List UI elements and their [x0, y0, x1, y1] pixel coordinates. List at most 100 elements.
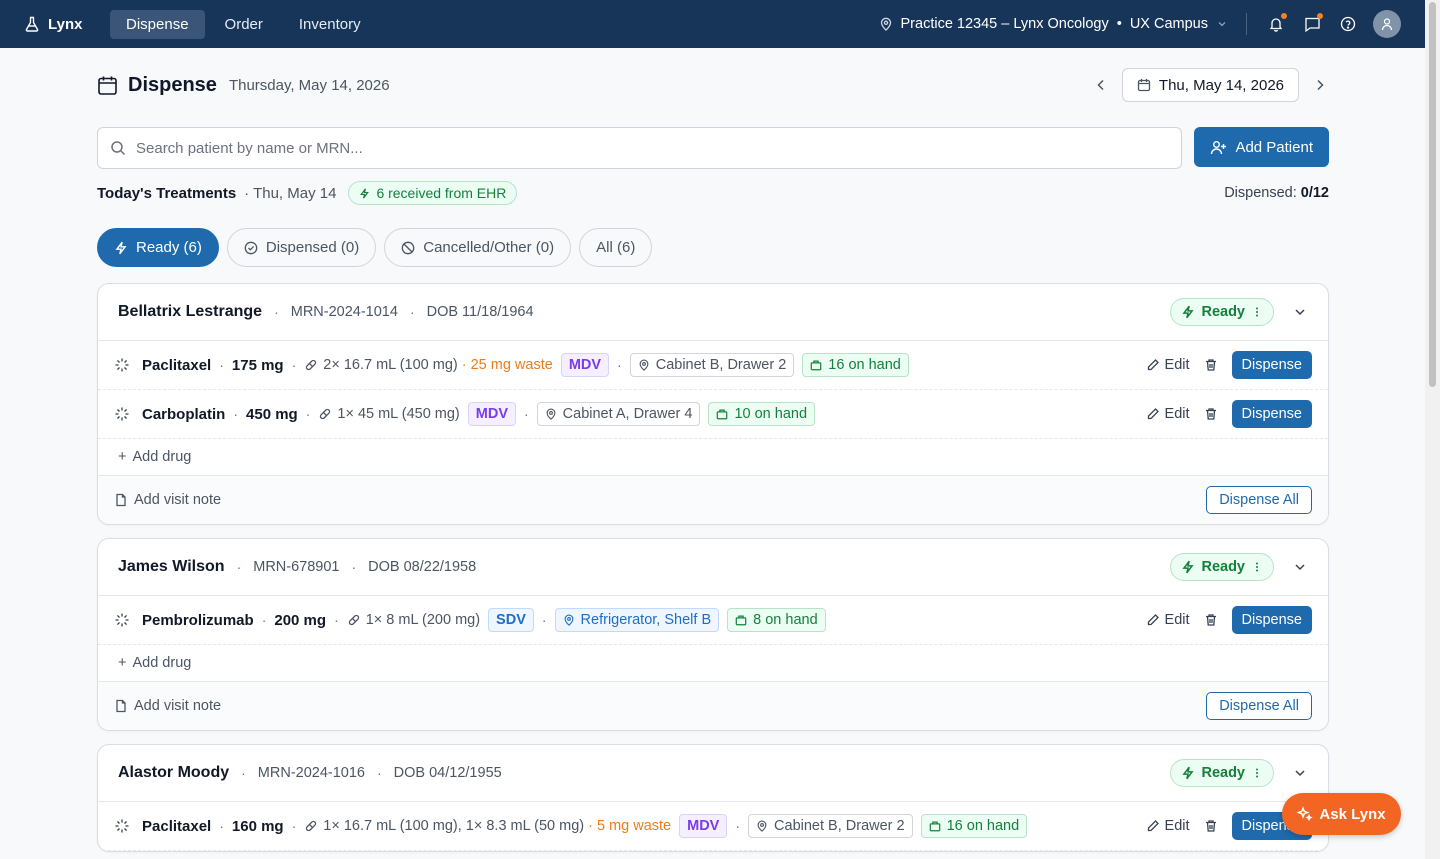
add-visit-note-button[interactable]: Add visit note [114, 698, 221, 714]
drug-dose: 200 mg [274, 611, 327, 629]
on-hand-badge: 10 on hand [708, 402, 816, 426]
syringe-icon [115, 358, 129, 372]
date-picker[interactable]: Thu, May 14, 2026 [1121, 68, 1299, 102]
chevron-down-icon[interactable] [1292, 559, 1308, 575]
add-drug-button[interactable]: + Add drug [98, 645, 1328, 682]
add-patient-label: Add Patient [1235, 138, 1313, 156]
help-button[interactable] [1337, 13, 1359, 35]
trash-icon[interactable] [1204, 407, 1218, 421]
notifications-button[interactable] [1265, 13, 1287, 35]
dispense-all-button[interactable]: Dispense All [1206, 692, 1312, 720]
page-scrollbar[interactable] [1425, 0, 1440, 859]
drug-dose: 175 mg [231, 356, 284, 374]
pencil-icon [1147, 359, 1159, 371]
drug-row: Pembrolizumab · 200 mg · 1× 8 mL (200 mg… [98, 596, 1328, 645]
lightning-icon [114, 241, 128, 255]
filter-ready[interactable]: Ready (6) [97, 228, 219, 267]
vial-type-badge: MDV [679, 814, 728, 838]
lightning-icon [1182, 766, 1195, 780]
dispense-button[interactable]: Dispense [1231, 351, 1312, 379]
vial-breakdown: 1× 8 mL (200 mg) [347, 612, 480, 628]
on-hand-badge: 8 on hand [727, 608, 826, 632]
add-drug-button[interactable]: + Add drug [98, 439, 1328, 476]
patient-header[interactable]: Alastor Moody · MRN-2024-1016 · DOB 04/1… [98, 745, 1328, 802]
scrollbar-thumb[interactable] [1429, 2, 1436, 387]
ask-lynx-button[interactable]: Ask Lynx [1282, 793, 1401, 835]
edit-button[interactable]: Edit [1146, 612, 1190, 628]
patient-header[interactable]: Bellatrix Lestrange · MRN-2024-1014 · DO… [98, 284, 1328, 341]
status-badge[interactable]: Ready [1170, 298, 1274, 326]
package-icon [929, 821, 940, 832]
status-badge[interactable]: Ready [1170, 553, 1274, 581]
messages-button[interactable] [1301, 13, 1323, 35]
drug-row: Paclitaxel · 175 mg · 2× 16.7 mL (100 mg… [98, 341, 1328, 390]
help-icon [1340, 16, 1356, 32]
date-navigator: Thu, May 14, 2026 [1092, 68, 1329, 102]
drug-dose: 160 mg [231, 817, 284, 835]
drug-row: Carboplatin · 450 mg · 1× 45 mL (450 mg)… [98, 390, 1328, 439]
more-vertical-icon [1256, 562, 1258, 572]
trash-icon[interactable] [1204, 613, 1218, 627]
edit-button[interactable]: Edit [1146, 357, 1190, 373]
trash-icon[interactable] [1204, 358, 1218, 372]
chevron-down-icon[interactable] [1292, 304, 1308, 320]
waste-amount: · 5 mg waste [588, 818, 672, 834]
practice-selector[interactable]: Practice 12345 – Lynx Oncology • UX Camp… [879, 16, 1228, 32]
waste-amount: · 25 mg waste [461, 357, 553, 373]
brand[interactable]: Lynx [24, 16, 110, 33]
flask-icon [24, 16, 40, 32]
edit-button[interactable]: Edit [1146, 818, 1190, 834]
chevron-down-icon[interactable] [1292, 765, 1308, 781]
drug-name: Pembrolizumab [142, 611, 254, 629]
vial-type-badge: MDV [467, 402, 516, 426]
vial-type-badge: SDV [488, 608, 534, 632]
vial-breakdown: 2× 16.7 mL (100 mg) [304, 357, 458, 373]
page-header: Dispense Thursday, May 14, 2026 Thu, May… [97, 48, 1329, 122]
dispensed-count: Dispensed: 0/12 [1224, 185, 1329, 201]
status-filters: Ready (6) Dispensed (0) Cancelled/Other … [97, 228, 1329, 267]
drug-name: Paclitaxel [142, 817, 212, 835]
card-footer: Add visit note Dispense All [98, 682, 1328, 730]
location-badge: Cabinet B, Drawer 2 [748, 814, 913, 838]
drug-name: Carboplatin [142, 405, 226, 423]
edit-button[interactable]: Edit [1146, 406, 1190, 422]
dispense-button[interactable]: Dispense [1231, 400, 1312, 428]
nav-dispense[interactable]: Dispense [110, 9, 205, 39]
plus-icon: + [118, 449, 127, 465]
pill-icon [320, 408, 331, 420]
dispense-all-button[interactable]: Dispense All [1206, 486, 1312, 514]
filter-cancelled[interactable]: Cancelled/Other (0) [384, 228, 572, 267]
patient-search[interactable] [97, 127, 1183, 169]
syringe-icon [115, 407, 129, 421]
add-patient-button[interactable]: Add Patient [1194, 127, 1329, 167]
sparkle-icon [1297, 806, 1314, 822]
patient-header[interactable]: James Wilson · MRN-678901 · DOB 08/22/19… [98, 539, 1328, 596]
prev-day-button[interactable] [1092, 76, 1110, 94]
trash-icon[interactable] [1204, 819, 1218, 833]
summary-title: Today's Treatments [97, 184, 237, 202]
lightning-icon [1182, 560, 1195, 574]
pill-icon [306, 820, 317, 832]
pencil-icon [1147, 408, 1159, 420]
lightning-icon [1182, 305, 1195, 319]
patient-name: Bellatrix Lestrange [118, 303, 263, 320]
status-badge[interactable]: Ready [1170, 759, 1274, 787]
search-input[interactable] [136, 139, 1170, 157]
dispense-button[interactable]: Dispense [1231, 606, 1312, 634]
brand-name: Lynx [48, 15, 83, 33]
nav-order[interactable]: Order [209, 10, 279, 39]
location-badge: Cabinet A, Drawer 4 [536, 402, 701, 426]
filter-dispensed[interactable]: Dispensed (0) [226, 228, 377, 267]
lightning-icon [359, 188, 370, 199]
next-day-button[interactable] [1311, 76, 1329, 94]
add-visit-note-button[interactable]: Add visit note [114, 492, 221, 508]
filter-all[interactable]: All (6) [579, 228, 653, 267]
patient-mrn: MRN-2024-1016 [257, 765, 365, 781]
pill-icon [306, 359, 317, 371]
pencil-icon [1147, 820, 1159, 832]
package-icon [735, 615, 747, 626]
nav-inventory[interactable]: Inventory [283, 10, 377, 39]
avatar[interactable] [1373, 10, 1401, 38]
vial-breakdown: 1× 45 mL (450 mg) [318, 406, 460, 422]
map-pin-icon [879, 17, 893, 31]
